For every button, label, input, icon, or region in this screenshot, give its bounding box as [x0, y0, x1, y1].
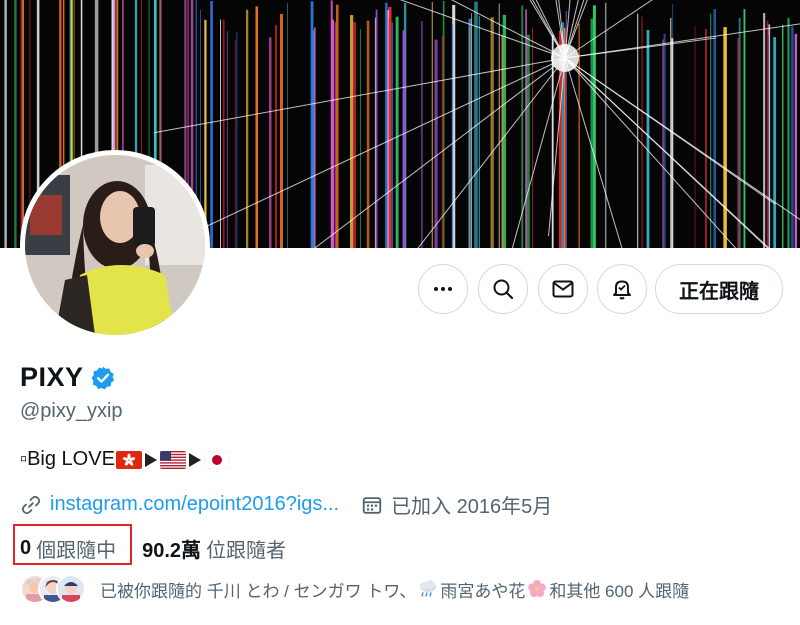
message-button[interactable]: [538, 264, 588, 314]
follow-stats: 0 個跟隨中 90.2萬 位跟隨者: [13, 524, 286, 565]
followers-stat[interactable]: 90.2萬 位跟隨者: [142, 534, 286, 563]
play-arrow-icon: [188, 452, 201, 467]
profile-bio: ▫Big LOVE: [20, 448, 231, 471]
mail-icon: [552, 280, 574, 298]
highlight-box: [13, 524, 132, 565]
mutual-avatars: [20, 574, 86, 604]
display-name: PIXY: [20, 362, 84, 392]
rain-cloud-icon: [418, 579, 438, 599]
avatar[interactable]: [20, 150, 210, 340]
mutuals-middle: 雨宮あや花: [440, 581, 526, 601]
avatar-image: [25, 155, 205, 335]
japan-flag-icon: [203, 450, 230, 469]
profile-handle: @pixy_yxip: [20, 400, 123, 422]
bell-icon: [613, 280, 631, 300]
following-stat[interactable]: 0 個跟隨中: [13, 524, 132, 565]
usa-flag-icon: [159, 450, 186, 469]
more-button[interactable]: [418, 264, 468, 314]
website-link[interactable]: instagram.com/epoint2016?igs...: [50, 493, 339, 516]
mutuals-suffix: 和其他 600 人跟隨: [549, 581, 690, 601]
notification-button[interactable]: [597, 264, 647, 314]
mutuals-prefix: 已被你跟隨的 千川 とわ / センガワ トワ、: [100, 581, 417, 601]
name-row: PIXY: [20, 362, 116, 393]
profile-meta: instagram.com/epoint2016?igs... 已加入 2016…: [20, 490, 552, 519]
search-icon: [493, 279, 514, 300]
link-icon: [21, 495, 41, 514]
followers-count: 90.2萬: [142, 540, 202, 562]
calendar-icon: [362, 496, 382, 514]
play-arrow-icon: [144, 452, 157, 467]
mutual-avatar: [56, 574, 86, 604]
verified-badge-icon[interactable]: [90, 365, 116, 391]
mutual-followers-text: 已被你跟隨的 千川 とわ / センガワ トワ、 雨宮あや花 和其他 600 人跟…: [100, 577, 689, 602]
search-button[interactable]: [478, 264, 528, 314]
cherry-blossom-icon: [527, 579, 547, 599]
hong-kong-flag-icon: [115, 450, 142, 469]
bio-text: ▫Big LOVE: [20, 448, 115, 470]
following-button[interactable]: 正在跟隨: [655, 264, 783, 314]
join-date: 已加入 2016年5月: [391, 496, 553, 518]
mutual-followers[interactable]: 已被你跟隨的 千川 とわ / センガワ トワ、 雨宮あや花 和其他 600 人跟…: [20, 574, 689, 604]
more-icon: [434, 287, 452, 291]
followers-label: 位跟隨者: [206, 540, 287, 562]
